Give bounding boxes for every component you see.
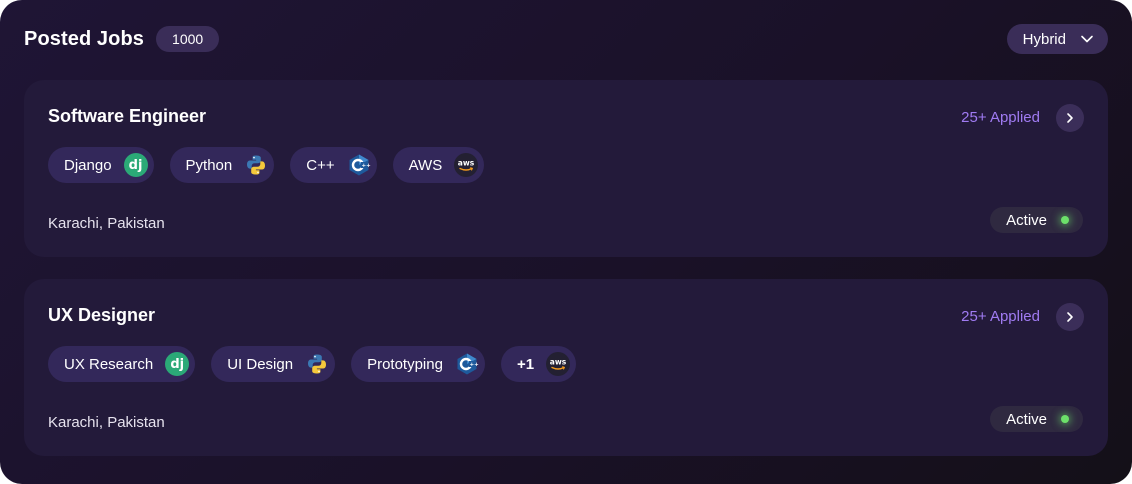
svg-text:++: ++ — [361, 163, 371, 169]
page-title: Posted Jobs — [24, 27, 145, 50]
svg-text:++: ++ — [469, 362, 479, 368]
skill-tag[interactable]: Django dj — [48, 147, 154, 183]
job-location: Karachi, Pakistan — [48, 414, 165, 431]
open-job-button[interactable] — [1056, 104, 1084, 132]
skill-tag[interactable]: UX Research dj — [48, 346, 196, 382]
status-badge: Active — [990, 406, 1083, 432]
skill-tags: Django dj Python C++ ++ AWS aws — [48, 147, 485, 183]
skill-tags: UX Research dj UI Design Prototyping ++ … — [48, 346, 577, 382]
panel-header: Posted Jobs 1000 Hybrid — [24, 24, 1108, 54]
applied-count[interactable]: 25+ Applied — [961, 308, 1040, 325]
job-title: Software Engineer — [48, 106, 207, 126]
skill-tag[interactable]: UI Design — [211, 346, 336, 382]
skill-tag[interactable]: Prototyping ++ — [351, 346, 485, 382]
skill-tag-label: AWS — [408, 156, 443, 174]
work-mode-value: Hybrid — [1022, 30, 1066, 48]
aws-icon: aws — [454, 153, 479, 177]
cpp-icon: ++ — [347, 153, 371, 177]
status-badge: Active — [990, 207, 1083, 233]
status-label: Active — [1006, 211, 1047, 229]
job-location: Karachi, Pakistan — [48, 215, 165, 232]
applied-count[interactable]: 25+ Applied — [961, 109, 1040, 126]
work-mode-dropdown[interactable]: Hybrid — [1006, 24, 1108, 54]
skill-tag-label: Django — [64, 156, 112, 174]
status-dot-icon — [1061, 415, 1069, 423]
open-job-button[interactable] — [1056, 303, 1084, 331]
status-label: Active — [1006, 410, 1047, 428]
chevron-right-icon — [1067, 113, 1073, 123]
skill-tag-label: Python — [185, 156, 233, 174]
job-card[interactable]: UX Designer 25+ Applied UX Research dj U… — [24, 279, 1108, 456]
aws-icon: aws — [546, 352, 571, 376]
skill-tag-label: UI Design — [227, 355, 294, 373]
more-skills-tag[interactable]: +1 aws — [500, 346, 577, 382]
status-dot-icon — [1061, 216, 1069, 224]
job-title: UX Designer — [48, 305, 156, 325]
django-icon: dj — [123, 153, 148, 177]
skill-tag-label: C++ — [306, 156, 335, 174]
cpp-icon: ++ — [455, 352, 479, 376]
svg-text:aws: aws — [458, 159, 475, 168]
chevron-right-icon — [1067, 312, 1073, 322]
skill-tag[interactable]: AWS aws — [392, 147, 485, 183]
skill-tag-label: Prototyping — [367, 355, 443, 373]
posted-jobs-panel: Posted Jobs 1000 Hybrid Software Enginee… — [0, 0, 1132, 484]
python-icon — [305, 352, 329, 376]
more-skills-count: +1 — [516, 355, 535, 373]
skill-tag[interactable]: C++ ++ — [290, 147, 377, 183]
svg-text:aws: aws — [550, 358, 567, 367]
django-icon: dj — [165, 352, 190, 376]
job-card[interactable]: Software Engineer 25+ Applied Django dj … — [24, 80, 1108, 257]
chevron-down-icon — [1081, 35, 1093, 43]
jobs-count-badge: 1000 — [156, 26, 220, 52]
skill-tag[interactable]: Python — [169, 147, 275, 183]
python-icon — [244, 153, 268, 177]
skill-tag-label: UX Research — [64, 355, 154, 373]
